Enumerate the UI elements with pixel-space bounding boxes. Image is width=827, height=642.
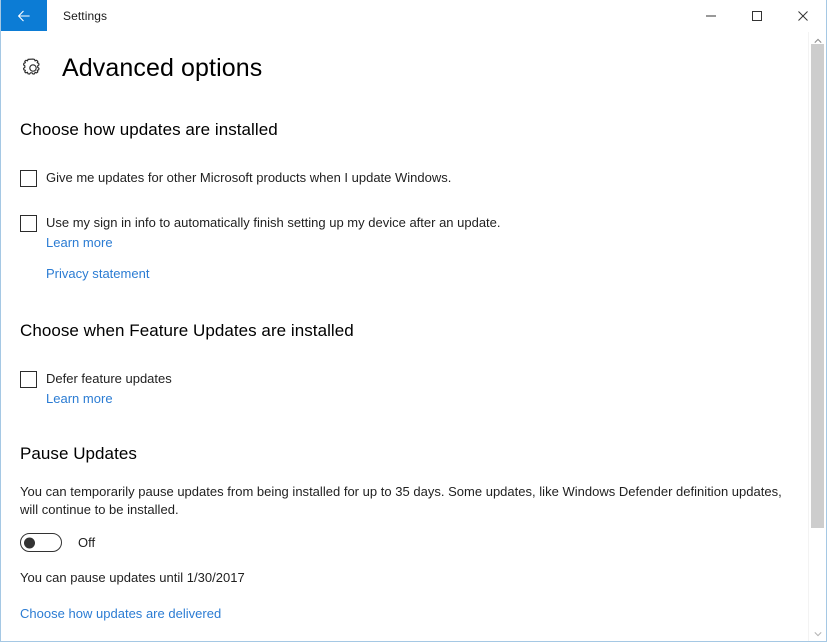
minimize-button[interactable] xyxy=(688,0,734,31)
settings-content: Advanced options Choose how updates are … xyxy=(1,32,826,641)
page-header: Advanced options xyxy=(20,32,826,96)
back-button[interactable] xyxy=(1,0,47,31)
checkbox-label-defer-feature-updates: Defer feature updates xyxy=(46,371,172,386)
close-button[interactable] xyxy=(780,0,826,31)
pause-updates-description: You can temporarily pause updates from b… xyxy=(20,484,782,517)
pause-updates-toggle-state: Off xyxy=(78,535,96,550)
window-controls xyxy=(688,0,826,31)
checkbox-signin-info[interactable] xyxy=(20,215,37,232)
scrollbar-thumb[interactable] xyxy=(811,44,824,528)
link-choose-how-updates-delivered[interactable]: Choose how updates are delivered xyxy=(20,606,221,621)
pause-updates-toggle[interactable] xyxy=(20,533,62,552)
heading-pause-updates: Pause Updates xyxy=(20,444,137,463)
pause-until-text: You can pause updates until 1/30/2017 xyxy=(20,570,245,585)
scroll-down-arrow-icon xyxy=(813,631,822,637)
toggle-knob xyxy=(24,537,35,548)
vertical-scrollbar[interactable] xyxy=(808,32,826,641)
checkbox-row-signin-info[interactable]: Use my sign in info to automatically fin… xyxy=(20,214,826,250)
checkbox-row-defer-feature-updates[interactable]: Defer feature updates Learn more xyxy=(20,370,826,406)
heading-choose-how-updates-installed: Choose how updates are installed xyxy=(20,120,278,139)
link-learn-more-signin[interactable]: Learn more xyxy=(46,235,501,250)
scrollbar-down-button[interactable] xyxy=(809,625,826,641)
pause-updates-toggle-row[interactable]: Off xyxy=(20,533,826,552)
window-title: Settings xyxy=(63,8,108,23)
link-learn-more-defer[interactable]: Learn more xyxy=(46,391,172,406)
checkbox-label-signin-info: Use my sign in info to automatically fin… xyxy=(46,215,501,230)
maximize-icon xyxy=(751,10,763,22)
settings-window: Settings Advanced options Choose how upd… xyxy=(0,0,827,642)
close-icon xyxy=(797,10,809,22)
minimize-icon xyxy=(705,10,717,22)
title-bar: Settings xyxy=(1,0,826,32)
checkbox-label-microsoft-products: Give me updates for other Microsoft prod… xyxy=(46,170,452,185)
checkbox-microsoft-products[interactable] xyxy=(20,170,37,187)
scroll-up-arrow-icon xyxy=(813,38,822,44)
checkbox-row-microsoft-products[interactable]: Give me updates for other Microsoft prod… xyxy=(20,169,826,187)
back-arrow-icon xyxy=(16,8,32,24)
link-privacy-statement[interactable]: Privacy statement xyxy=(46,266,149,281)
maximize-button[interactable] xyxy=(734,0,780,31)
checkbox-defer-feature-updates[interactable] xyxy=(20,371,37,388)
page-title: Advanced options xyxy=(62,53,263,82)
heading-feature-updates: Choose when Feature Updates are installe… xyxy=(20,321,354,340)
gear-icon xyxy=(20,55,46,81)
